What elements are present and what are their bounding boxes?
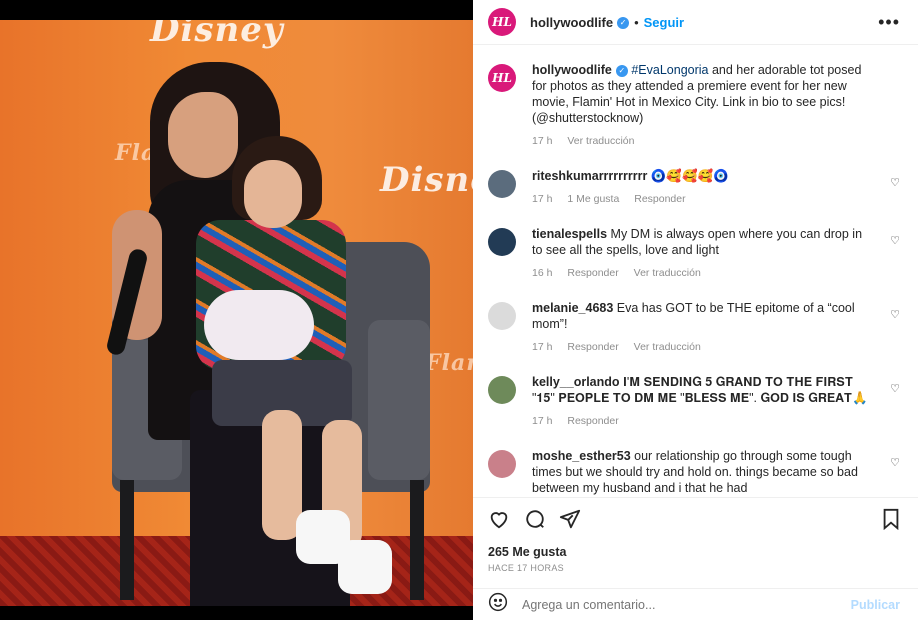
- caption: HL hollywoodlife ✓ #EvaLongoria and her a…: [488, 62, 908, 147]
- comment-username[interactable]: riteshkumarrrrrrrrrr: [532, 169, 647, 183]
- dot-separator: •: [634, 14, 639, 30]
- account-avatar[interactable]: HL: [488, 8, 516, 36]
- comment-time[interactable]: 17 h: [532, 341, 552, 353]
- like-heart-icon[interactable]: [488, 508, 510, 536]
- comment-body: 🧿🥰🥰🥰🧿: [650, 169, 729, 183]
- comment-username[interactable]: tienalespells: [532, 227, 607, 241]
- backdrop-logo: Disney: [380, 160, 473, 200]
- armchair-leg: [410, 480, 424, 600]
- comment-text: kelly__orlando 𝐈'𝐌 𝐒𝐄𝐍𝐃𝐈𝐍𝐆 𝟓 𝐆𝐑𝐀𝐍𝐃 𝐓𝐎 𝐓𝐇…: [532, 374, 868, 406]
- comment-composer: Publicar: [473, 588, 918, 620]
- comment-text: melanie_4683 Eva has GOT to be THE epito…: [532, 300, 868, 332]
- comment: moshe_esther53 our relationship go throu…: [488, 448, 908, 496]
- caption-username[interactable]: hollywoodlife: [532, 63, 612, 77]
- comment-username[interactable]: moshe_esther53: [532, 449, 631, 463]
- header-user: hollywoodlife ✓ • Seguir: [530, 15, 684, 30]
- comment-avatar[interactable]: [488, 376, 516, 404]
- armchair-arm: [368, 320, 430, 480]
- caption-text: hollywoodlife ✓ #EvaLongoria and her ador…: [532, 62, 868, 126]
- comment-translate[interactable]: Ver traducción: [634, 267, 701, 279]
- comment-time[interactable]: 17 h: [532, 193, 552, 205]
- comment: kelly__orlando 𝐈'𝐌 𝐒𝐄𝐍𝐃𝐈𝐍𝐆 𝟓 𝐆𝐑𝐀𝐍𝐃 𝐓𝐎 𝐓𝐇…: [488, 374, 908, 427]
- post-photo-area: Disney Disney Flamin' Flamin': [0, 0, 473, 620]
- comment-translate[interactable]: Ver traducción: [634, 341, 701, 353]
- caption-translate[interactable]: Ver traducción: [567, 135, 634, 147]
- like-comment-heart-icon[interactable]: ♡: [890, 308, 900, 321]
- comment-time[interactable]: 16 h: [532, 267, 552, 279]
- caption-meta: 17 h Ver traducción: [532, 135, 868, 147]
- backdrop-logo: Flamin': [425, 350, 473, 376]
- like-comment-heart-icon[interactable]: ♡: [890, 234, 900, 247]
- comment-avatar[interactable]: [488, 228, 516, 256]
- likes-count[interactable]: 265 Me gusta: [488, 545, 567, 559]
- comment: riteshkumarrrrrrrrrr 🧿🥰🥰🥰🧿 17 h 1 Me gus…: [488, 168, 908, 205]
- post-photo[interactable]: Disney Disney Flamin' Flamin': [0, 20, 473, 606]
- comment-reply[interactable]: Responder: [634, 193, 685, 205]
- post-header: HL hollywoodlife ✓ • Seguir •••: [473, 0, 918, 45]
- like-comment-heart-icon[interactable]: ♡: [890, 176, 900, 189]
- woman-face: [168, 92, 238, 178]
- comment-text: tienalespells My DM is always open where…: [532, 226, 868, 258]
- like-comment-heart-icon[interactable]: ♡: [890, 382, 900, 395]
- comment-username[interactable]: kelly__orlando: [532, 375, 620, 389]
- save-bookmark-icon[interactable]: [881, 508, 901, 536]
- publish-button[interactable]: Publicar: [851, 598, 900, 612]
- post-time-ago[interactable]: HACE 17 HORAS: [488, 563, 564, 573]
- post-side-panel: HL hollywoodlife ✓ • Seguir ••• HL hollywoo…: [473, 0, 918, 620]
- caption-avatar[interactable]: HL: [488, 64, 516, 92]
- comment-meta: 17 h Responder Ver traducción: [532, 341, 868, 353]
- like-comment-heart-icon[interactable]: ♡: [890, 456, 900, 469]
- comment-likes[interactable]: 1 Me gusta: [567, 193, 619, 205]
- caption-mention[interactable]: #EvaLongoria: [631, 63, 708, 77]
- verified-badge-icon: ✓: [615, 64, 628, 77]
- follow-button[interactable]: Seguir: [644, 15, 684, 30]
- comment-reply[interactable]: Responder: [567, 267, 618, 279]
- comment-meta: 17 h 1 Me gusta Responder: [532, 193, 868, 205]
- comment-input[interactable]: [522, 597, 822, 612]
- comment-reply[interactable]: Responder: [567, 415, 618, 427]
- share-send-icon[interactable]: [559, 508, 581, 536]
- child-shoe: [338, 540, 392, 594]
- emoji-icon[interactable]: [488, 592, 508, 617]
- caption-time[interactable]: 17 h: [532, 135, 552, 147]
- comment-avatar[interactable]: [488, 302, 516, 330]
- header-username[interactable]: hollywoodlife: [530, 15, 613, 30]
- comment-bubble-icon[interactable]: [524, 508, 546, 536]
- plush-toy: [204, 290, 314, 360]
- backdrop-logo: Disney: [150, 20, 284, 50]
- comment-avatar[interactable]: [488, 170, 516, 198]
- comment-text: riteshkumarrrrrrrrrr 🧿🥰🥰🥰🧿: [532, 168, 868, 184]
- child-face: [244, 160, 302, 228]
- comment-reply[interactable]: Responder: [567, 341, 618, 353]
- comments-scroll[interactable]: HL hollywoodlife ✓ #EvaLongoria and her a…: [473, 46, 918, 496]
- comment-text: moshe_esther53 our relationship go throu…: [532, 448, 868, 496]
- comment-time[interactable]: 17 h: [532, 415, 552, 427]
- comment-meta: 16 h Responder Ver traducción: [532, 267, 868, 279]
- comment: tienalespells My DM is always open where…: [488, 226, 908, 279]
- verified-badge-icon: ✓: [617, 17, 630, 30]
- armchair-leg: [120, 480, 134, 600]
- comment-username[interactable]: melanie_4683: [532, 301, 613, 315]
- caption-credit[interactable]: (@shutterstocknow): [532, 111, 643, 125]
- comment-meta: 17 h Responder: [532, 415, 868, 427]
- more-options-icon[interactable]: •••: [878, 12, 900, 33]
- post-actions: [473, 497, 918, 542]
- comment: melanie_4683 Eva has GOT to be THE epito…: [488, 300, 908, 353]
- comment-avatar[interactable]: [488, 450, 516, 478]
